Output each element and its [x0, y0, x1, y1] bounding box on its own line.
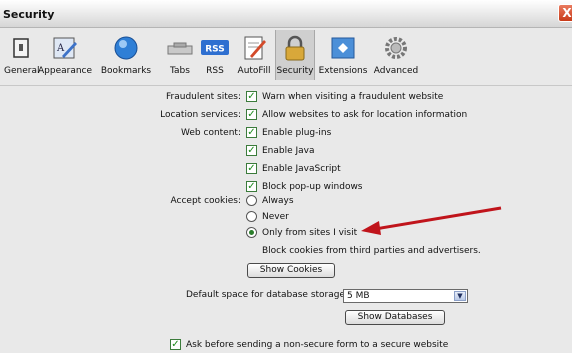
- toolbar-extensions[interactable]: Extensions: [316, 30, 370, 80]
- rss-badge-text: RSS: [205, 45, 225, 55]
- general-icon: [13, 38, 29, 58]
- toolbar-label-security: Security: [276, 66, 314, 76]
- toolbar-label-rss: RSS: [206, 66, 224, 76]
- toolbar-security[interactable]: Security: [275, 30, 315, 80]
- preferences-toolbar: General A Appearance Bookmarks Tabs RSS …: [0, 28, 572, 86]
- toolbar-label-extensions: Extensions: [318, 66, 368, 76]
- security-icon: [285, 35, 305, 61]
- cookies-note: Block cookies from third parties and adv…: [262, 246, 481, 256]
- toolbar-label-general: General: [4, 66, 40, 76]
- show-databases-button[interactable]: Show Databases: [345, 310, 445, 325]
- insecure-form-checkbox[interactable]: ✓: [170, 339, 181, 350]
- popup-option-label: Block pop-up windows: [262, 182, 363, 192]
- javascript-option-label: Enable JavaScript: [262, 164, 341, 174]
- toolbar-tabs[interactable]: Tabs: [162, 30, 198, 80]
- fraudulent-checkbox[interactable]: ✓: [246, 91, 257, 102]
- db-storage-select[interactable]: 5 MB ▼: [343, 289, 468, 303]
- chevron-down-icon: ▼: [454, 291, 466, 301]
- cookies-never-radio[interactable]: [246, 211, 257, 222]
- plugins-checkbox[interactable]: ✓: [246, 127, 257, 138]
- toolbar-label-advanced: Advanced: [373, 66, 419, 76]
- rss-icon: RSS: [201, 40, 229, 55]
- toolbar-label-bookmarks: Bookmarks: [100, 66, 152, 76]
- close-button[interactable]: X: [558, 4, 572, 22]
- fraudulent-option-label: Warn when visiting a fraudulent website: [262, 92, 444, 102]
- popup-checkbox[interactable]: ✓: [246, 181, 257, 192]
- web-content-label: Web content:: [181, 128, 241, 138]
- autofill-icon: [244, 36, 266, 60]
- location-option-label: Allow websites to ask for location infor…: [262, 110, 468, 120]
- toolbar-rss[interactable]: RSS RSS: [198, 30, 232, 80]
- svg-text:A: A: [56, 43, 65, 54]
- show-cookies-button[interactable]: Show Cookies: [247, 263, 335, 278]
- plugins-option-label: Enable plug-ins: [262, 128, 332, 138]
- toolbar-general[interactable]: General: [4, 30, 40, 80]
- extensions-icon: [331, 37, 355, 59]
- cookies-visited-label: Only from sites I visit: [262, 228, 358, 238]
- cookies-always-radio[interactable]: [246, 195, 257, 206]
- advanced-icon: [385, 37, 407, 59]
- java-option-label: Enable Java: [262, 146, 315, 156]
- cookies-always-label: Always: [262, 196, 294, 206]
- toolbar-appearance[interactable]: A Appearance: [38, 30, 92, 80]
- toolbar-label-appearance: Appearance: [38, 66, 93, 76]
- annotation-arrow: [361, 206, 502, 235]
- window-titlebar: Security X: [0, 0, 572, 28]
- accept-cookies-label: Accept cookies:: [170, 196, 241, 206]
- cookies-visited-radio[interactable]: [246, 227, 257, 238]
- toolbar-bookmarks[interactable]: Bookmarks: [92, 30, 160, 80]
- bookmarks-icon: [114, 36, 138, 60]
- javascript-checkbox[interactable]: ✓: [246, 163, 257, 174]
- location-checkbox[interactable]: ✓: [246, 109, 257, 120]
- location-services-label: Location services:: [160, 110, 241, 120]
- window-title: Security: [3, 8, 55, 21]
- db-storage-label: Default space for database storage:: [186, 290, 349, 300]
- appearance-icon: A: [53, 37, 77, 59]
- cookies-never-label: Never: [262, 212, 289, 222]
- toolbar-label-autofill: AutoFill: [237, 66, 271, 76]
- db-storage-value: 5 MB: [347, 291, 370, 301]
- tabs-icon: [167, 42, 193, 55]
- toolbar-label-tabs: Tabs: [170, 66, 190, 76]
- toolbar-autofill[interactable]: AutoFill: [234, 30, 274, 80]
- fraudulent-sites-label: Fraudulent sites:: [166, 92, 241, 102]
- insecure-form-label: Ask before sending a non-secure form to …: [186, 340, 449, 350]
- java-checkbox[interactable]: ✓: [246, 145, 257, 156]
- toolbar-advanced[interactable]: Advanced: [372, 30, 420, 80]
